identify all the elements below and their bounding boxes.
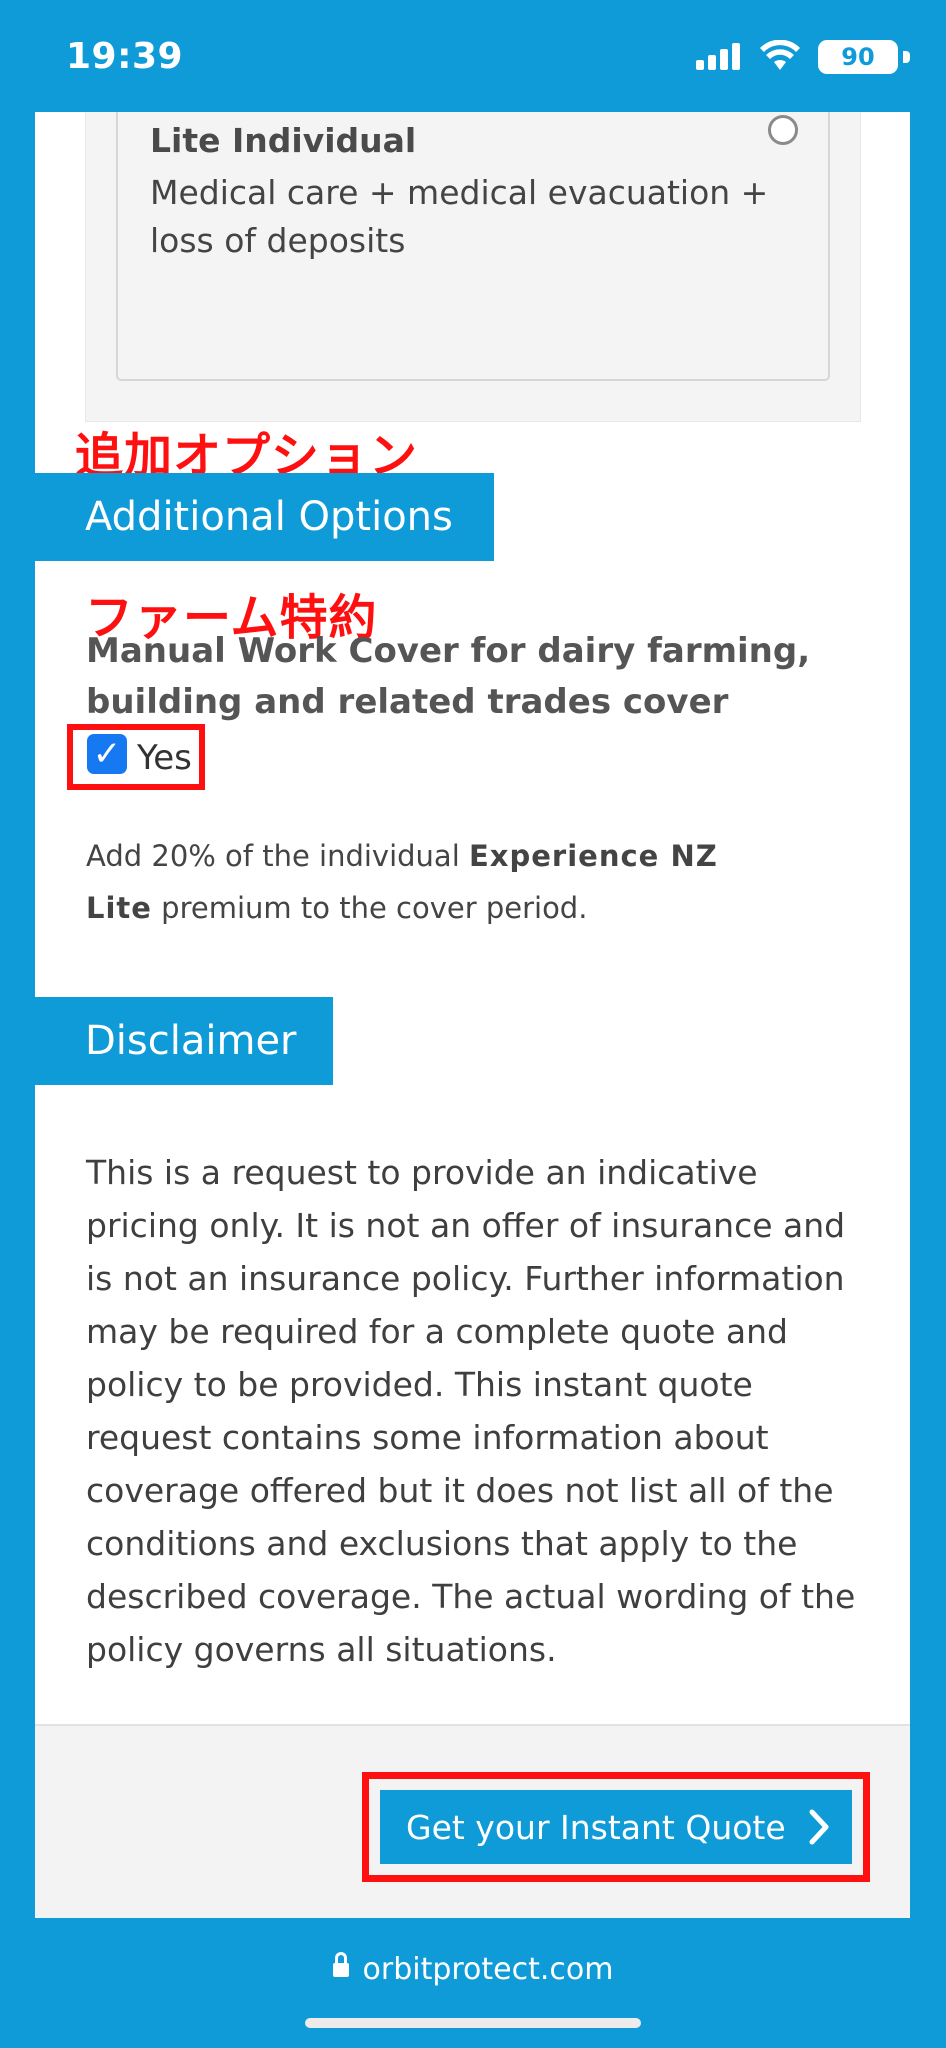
plan-title: Lite Individual <box>150 121 417 160</box>
disclaimer-header: Disclaimer <box>35 997 333 1085</box>
annotation-highlight-quote-button: Get your Instant Quote <box>362 1772 870 1882</box>
battery-icon: 90 <box>818 40 910 74</box>
manual-work-cover-checkbox[interactable]: ✓ <box>87 734 127 774</box>
battery-level: 90 <box>841 43 875 71</box>
browser-url-bar[interactable]: orbitprotect.com <box>0 1918 946 2048</box>
get-instant-quote-button[interactable]: Get your Instant Quote <box>380 1790 852 1864</box>
disclaimer-text: This is a request to provide an indicati… <box>86 1153 856 1669</box>
checkbox-yes-label[interactable]: Yes <box>137 738 192 778</box>
plan-description: Medical care + medical evacuation + loss… <box>150 173 769 260</box>
url-display[interactable]: orbitprotect.com <box>0 1952 946 1987</box>
plan-option-container: Lite Individual Medical care + medical e… <box>85 112 861 422</box>
quote-form: Lite Individual Medical care + medical e… <box>35 112 910 1918</box>
status-icons: 90 <box>650 40 910 74</box>
additional-options-header: Additional Options <box>35 473 494 561</box>
chevron-right-icon <box>809 1809 829 1845</box>
manual-work-cover-label: Manual Work Cover for dairy farming, bui… <box>86 631 811 722</box>
url-text: orbitprotect.com <box>362 1952 614 1987</box>
status-time: 19:39 <box>66 36 184 77</box>
lock-icon <box>332 1952 349 1980</box>
signal-icon <box>696 42 742 70</box>
home-indicator[interactable] <box>305 2018 641 2028</box>
premium-note-prefix: Add 20% of the individual <box>86 839 469 873</box>
status-bar: 19:39 90 <box>0 0 946 112</box>
annotation-highlight-yes: ✓ Yes <box>67 724 205 790</box>
wifi-icon <box>760 40 800 70</box>
form-footer: Get your Instant Quote <box>35 1724 910 1918</box>
plan-radio-button[interactable] <box>768 115 798 145</box>
premium-note: Add 20% of the individual Experience NZ … <box>86 830 786 934</box>
premium-note-suffix: premium to the cover period. <box>151 891 588 925</box>
quote-button-label: Get your Instant Quote <box>406 1808 786 1847</box>
plan-card-lite-individual[interactable]: Lite Individual Medical care + medical e… <box>116 112 830 381</box>
